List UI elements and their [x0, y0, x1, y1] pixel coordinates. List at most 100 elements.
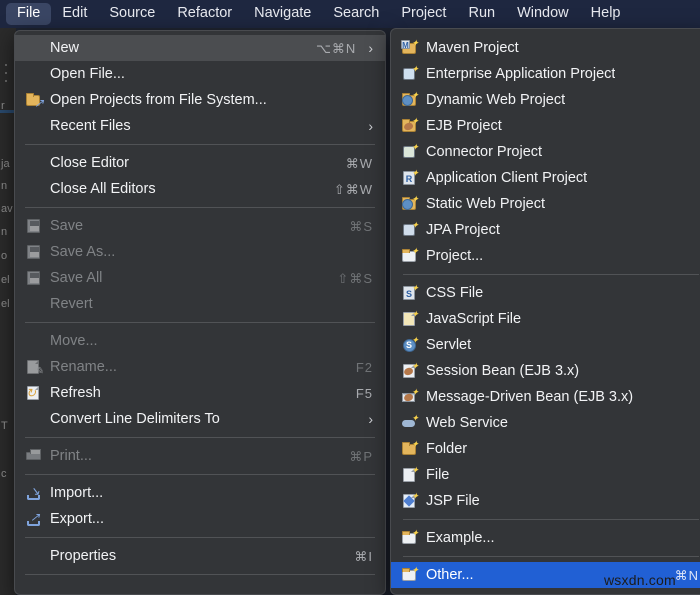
new-item-label: Application Client Project: [426, 171, 587, 186]
web-service-icon: [401, 415, 419, 432]
file-item-export[interactable]: ↗ Export...: [15, 506, 385, 532]
new-item-dynamic-web-project[interactable]: Dynamic Web Project: [391, 87, 700, 113]
new-item-jpa-project[interactable]: JPA Project: [391, 217, 700, 243]
menubar-item-run[interactable]: Run: [457, 3, 506, 25]
project-icon: [401, 248, 419, 265]
new-separator: [403, 556, 699, 557]
servlet-icon: S: [401, 337, 419, 354]
menubar-item-edit[interactable]: Edit: [51, 3, 98, 25]
new-item-label: Example...: [426, 531, 495, 546]
file-separator: [25, 322, 375, 323]
menu-bar: FileEditSourceRefactorNavigateSearchProj…: [0, 0, 700, 28]
menubar-item-file[interactable]: File: [6, 3, 51, 25]
new-item-label: File: [426, 468, 449, 483]
file-item-label: Properties: [50, 549, 116, 564]
file-item-label: Recent Files: [50, 119, 131, 134]
file-item-shortcut: F5: [340, 387, 373, 400]
message-driven-bean-icon: [401, 389, 419, 406]
export-icon: ↗: [25, 511, 43, 528]
menubar-item-project[interactable]: Project: [390, 3, 457, 25]
background-dot: [5, 80, 7, 82]
file-item-label: Import...: [50, 486, 103, 501]
css-file-icon: S: [401, 285, 419, 302]
file-item-label: Export...: [50, 512, 104, 527]
new-item-enterprise-application-project[interactable]: Enterprise Application Project: [391, 61, 700, 87]
rename-icon: [25, 359, 43, 376]
new-item-ejb-project[interactable]: EJB Project: [391, 113, 700, 139]
new-item-application-client-project[interactable]: RApplication Client Project: [391, 165, 700, 191]
file-item-label: Move...: [50, 334, 98, 349]
file-item-open-projects-from-file-system[interactable]: ↗Open Projects from File System...: [15, 87, 385, 113]
new-item-label: Connector Project: [426, 145, 542, 160]
background-text-fragment: n: [1, 226, 7, 238]
file-item-close-editor[interactable]: Close Editor⌘W: [15, 150, 385, 176]
new-item-project[interactable]: Project...: [391, 243, 700, 269]
new-item-label: Dynamic Web Project: [426, 93, 565, 108]
enterprise-application-project-icon: [401, 66, 419, 83]
background-text-fragment: o: [1, 250, 7, 262]
file-item-save-as: Save As...: [15, 239, 385, 265]
file-item-properties[interactable]: Properties ⌘I: [15, 543, 385, 569]
watermark: wsxdn.com: [604, 572, 676, 588]
file-item-shortcut: ⇧⌘S: [321, 272, 373, 285]
new-item-label: JSP File: [426, 494, 480, 509]
file-item-new[interactable]: New⌥⌘N›: [15, 35, 385, 61]
background-text-fragment: el: [1, 274, 10, 286]
new-item-session-bean-ejb-3x[interactable]: Session Bean (EJB 3.x): [391, 358, 700, 384]
file-item-shortcut: ⌥⌘N: [300, 42, 356, 55]
file-separator: [25, 474, 375, 475]
file-item-label: Save All: [50, 271, 102, 286]
file-icon: [401, 467, 419, 484]
new-item-label: Enterprise Application Project: [426, 67, 615, 82]
new-item-css-file[interactable]: S CSS File: [391, 280, 700, 306]
file-item-label: Save As...: [50, 245, 115, 260]
menubar-item-navigate[interactable]: Navigate: [243, 3, 322, 25]
new-item-label: Folder: [426, 442, 467, 457]
menubar-item-source[interactable]: Source: [98, 3, 166, 25]
menubar-item-refactor[interactable]: Refactor: [166, 3, 243, 25]
new-item-label: Maven Project: [426, 41, 519, 56]
new-item-label: JPA Project: [426, 223, 500, 238]
new-item-jsp-file[interactable]: JSP File: [391, 488, 700, 514]
new-item-label: Static Web Project: [426, 197, 545, 212]
background-dot: [5, 64, 7, 66]
new-item-javascript-file[interactable]: JavaScript File: [391, 306, 700, 332]
new-item-label: JavaScript File: [426, 312, 521, 327]
file-item-shortcut: ⌘S: [333, 220, 373, 233]
new-item-maven-project[interactable]: MMaven Project: [391, 35, 700, 61]
background-text-fragment: c: [1, 468, 7, 480]
file-item-label: Open Projects from File System...: [50, 93, 267, 108]
new-item-web-service[interactable]: Web Service: [391, 410, 700, 436]
session-bean-icon: [401, 363, 419, 380]
file-item-convert-line-delimiters-to[interactable]: Convert Line Delimiters To›: [15, 406, 385, 432]
menubar-item-window[interactable]: Window: [506, 3, 580, 25]
new-item-label: CSS File: [426, 286, 483, 301]
file-item-shortcut: ⌘W: [330, 157, 373, 170]
file-item-label: New: [50, 41, 79, 56]
file-item-recent-files[interactable]: Recent Files›: [15, 113, 385, 139]
new-item-message-driven-bean-ejb-3x[interactable]: Message-Driven Bean (EJB 3.x): [391, 384, 700, 410]
new-item-label: Message-Driven Bean (EJB 3.x): [426, 390, 633, 405]
new-item-static-web-project[interactable]: Static Web Project: [391, 191, 700, 217]
menubar-item-help[interactable]: Help: [580, 3, 632, 25]
new-item-servlet[interactable]: SServlet: [391, 332, 700, 358]
menubar-item-search[interactable]: Search: [322, 3, 390, 25]
new-item-file[interactable]: File: [391, 462, 700, 488]
example-icon: [401, 530, 419, 547]
chevron-right-icon: ›: [358, 412, 373, 426]
file-item-open-file[interactable]: Open File...: [15, 61, 385, 87]
file-item-rename: Rename...F2: [15, 354, 385, 380]
file-item-import[interactable]: ↘Import...: [15, 480, 385, 506]
new-item-connector-project[interactable]: Connector Project: [391, 139, 700, 165]
folder-icon: [401, 441, 419, 458]
new-item-label: Project...: [426, 249, 483, 264]
new-item-label: Session Bean (EJB 3.x): [426, 364, 579, 379]
file-item-refresh[interactable]: RefreshF5: [15, 380, 385, 406]
background-text-fragment: T: [1, 420, 8, 432]
file-item-label: Rename...: [50, 360, 117, 375]
file-item-close-all-editors[interactable]: Close All Editors⇧⌘W: [15, 176, 385, 202]
file-item-shortcut: ⌘I: [338, 550, 373, 563]
new-item-example[interactable]: Example...: [391, 525, 700, 551]
print-icon: [25, 448, 43, 465]
new-item-folder[interactable]: Folder: [391, 436, 700, 462]
